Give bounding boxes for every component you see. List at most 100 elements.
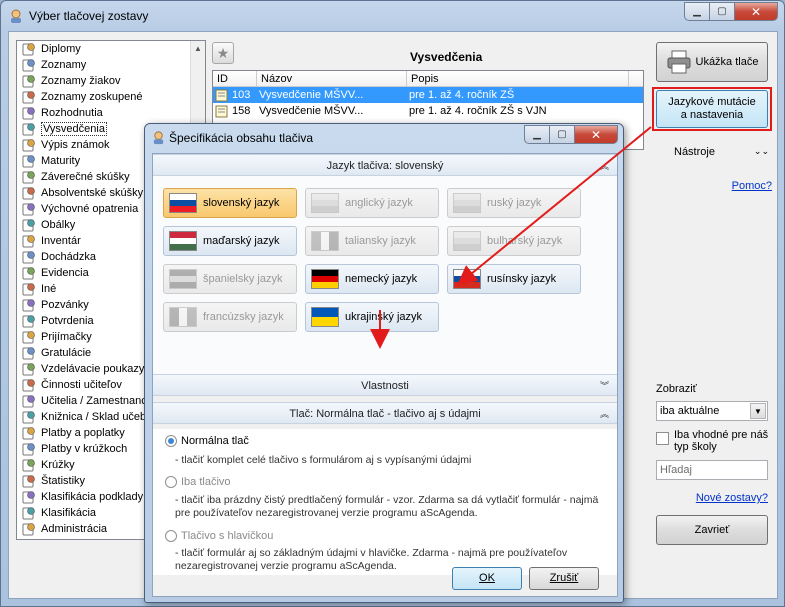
ok-label: OK [479,572,495,584]
print-preview-button[interactable]: Ukážka tlače [656,42,768,82]
tree-item-label: Prijímačky [41,331,92,343]
language-section-header[interactable]: Jazyk tlačiva: slovenský ︽ [153,154,617,176]
help-link[interactable]: Pomoc? [732,180,772,192]
new-reports-link[interactable]: Nové zostavy? [696,492,768,504]
grid-header: ID Názov Popis [213,71,643,87]
option-form-with-header[interactable]: Tlačivo s hlavičkou [165,530,273,542]
dialog-minimize-button[interactable]: ▁ [524,125,550,144]
chevron-down-icon[interactable]: ▼ [750,403,766,419]
language-label: taliansky jazyk [345,235,416,247]
tree-item[interactable]: Zoznamy [17,57,205,73]
chevron-down-double-icon: ︾ [599,381,609,391]
category-icon [22,43,35,56]
category-icon [22,331,35,344]
language-button: bulharský jazyk [447,226,581,256]
language-button[interactable]: nemecký jazyk [305,264,439,294]
show-filter-select[interactable]: iba aktuálne ▼ [656,401,768,421]
list-title: Vysvedčenia [410,50,483,64]
tree-item-label: Vzdelávacie poukazy [41,363,145,375]
properties-section-header[interactable]: Vlastnosti ︾ [153,374,617,396]
option-blank-form[interactable]: Iba tlačivo [165,476,231,488]
language-button[interactable]: maďarský jazyk [163,226,297,256]
properties-section-title: Vlastnosti [361,380,409,392]
option-label: Iba tlačivo [181,476,231,488]
close-button[interactable]: Zavrieť [656,515,768,545]
category-icon [22,507,35,520]
flag-icon [311,307,339,327]
school-type-checkbox[interactable] [656,432,669,445]
tools-toggle[interactable]: Nástroje ⌄⌄ [674,146,769,158]
maximize-button[interactable]: ▢ [709,2,735,21]
row-id: 158 [232,105,251,117]
maximize-icon: ▢ [717,6,727,17]
language-label: ukrajinský jazyk [345,311,423,323]
category-icon [22,107,35,120]
language-button[interactable]: ukrajinský jazyk [305,302,439,332]
app-icon [11,9,21,23]
category-icon [22,475,35,488]
cancel-button[interactable]: Zrušiť [529,567,599,590]
tree-item-label: Administrácia [41,523,108,535]
flag-icon [169,307,197,327]
search-input[interactable]: Hľadaj [656,460,768,480]
tree-item[interactable]: Diplomy [17,41,205,57]
language-label: francúzsky jazyk [203,311,284,323]
tree-item-label: Zoznamy žiakov [41,75,121,87]
category-icon [22,315,35,328]
search-placeholder: Hľadaj [660,464,692,476]
flag-icon [453,269,481,289]
language-label: anglický jazyk [345,197,413,209]
category-icon [22,219,35,232]
close-icon: ✕ [750,4,762,19]
column-name[interactable]: Názov [257,71,407,86]
minimize-button[interactable]: ▁ [684,2,710,21]
scroll-up-icon[interactable]: ▲ [191,41,205,56]
maximize-icon: ▢ [557,129,567,140]
language-label: rusínsky jazyk [487,273,557,285]
tree-item-label: Maturity [41,155,81,167]
column-id[interactable]: ID [213,71,257,86]
category-icon [22,171,35,184]
close-window-button[interactable]: ✕ [734,2,778,21]
tree-item[interactable]: Zoznamy zoskupené [17,89,205,105]
option-label: Tlačivo s hlavičkou [181,530,274,542]
tree-item-label: Výpis známok [41,139,110,151]
flag-icon [169,231,197,251]
school-type-filter[interactable]: Iba vhodné pre náš typ školy [656,429,772,453]
print-section-title: Tlač: Normálna tlač - tlačivo aj s údajm… [289,408,481,420]
dialog-maximize-button[interactable]: ▢ [549,125,575,144]
category-icon [22,59,35,72]
tree-item-label: Výchovné opatrenia [41,203,139,215]
tree-item[interactable]: Zoznamy žiakov [17,73,205,89]
category-icon [22,443,35,456]
option-description: - tlačiť komplet celé tlačivo s formulár… [175,454,472,466]
favorites-button[interactable]: ★ [212,42,234,64]
dialog-close-button[interactable]: ✕ [574,125,618,144]
radio-form-with-header[interactable] [165,530,177,542]
tree-item[interactable]: Rozhodnutia [17,105,205,121]
row-description: pre 1. až 4. ročník ZŠ s VJN [409,105,547,117]
radio-blank-form[interactable] [165,476,177,488]
print-section-header[interactable]: Tlač: Normálna tlač - tlačivo aj s údajm… [153,402,617,424]
tree-item-label: Knižnica / Sklad učebníc [41,411,161,423]
language-settings-button[interactable]: Jazykové mutácie a nastavenia [656,90,768,128]
chevron-up-double-icon: ︽ [599,409,609,419]
radio-normal-print[interactable] [165,435,177,447]
tree-item-label: Učitelia / Zamestnanci [41,395,150,407]
tools-label: Nástroje [674,146,715,158]
document-icon [215,89,228,101]
category-icon [22,411,35,424]
show-filter-value: iba aktuálne [660,405,720,417]
category-icon [22,155,35,168]
language-button[interactable]: rusínsky jazyk [447,264,581,294]
ok-button[interactable]: OK [452,567,522,590]
row-id: 103 [232,89,251,101]
column-description[interactable]: Popis [407,71,629,86]
table-row[interactable]: 158 Vysvedčenie MŠVV... pre 1. až 4. roč… [213,103,643,119]
printer-icon [667,50,690,74]
language-button[interactable]: slovenský jazyk [163,188,297,218]
category-icon [22,139,35,152]
table-row[interactable]: 103 Vysvedčenie MŠVV... pre 1. až 4. roč… [213,87,643,103]
option-normal-print[interactable]: Normálna tlač [165,435,249,447]
tree-item-label: Zoznamy [41,59,87,71]
